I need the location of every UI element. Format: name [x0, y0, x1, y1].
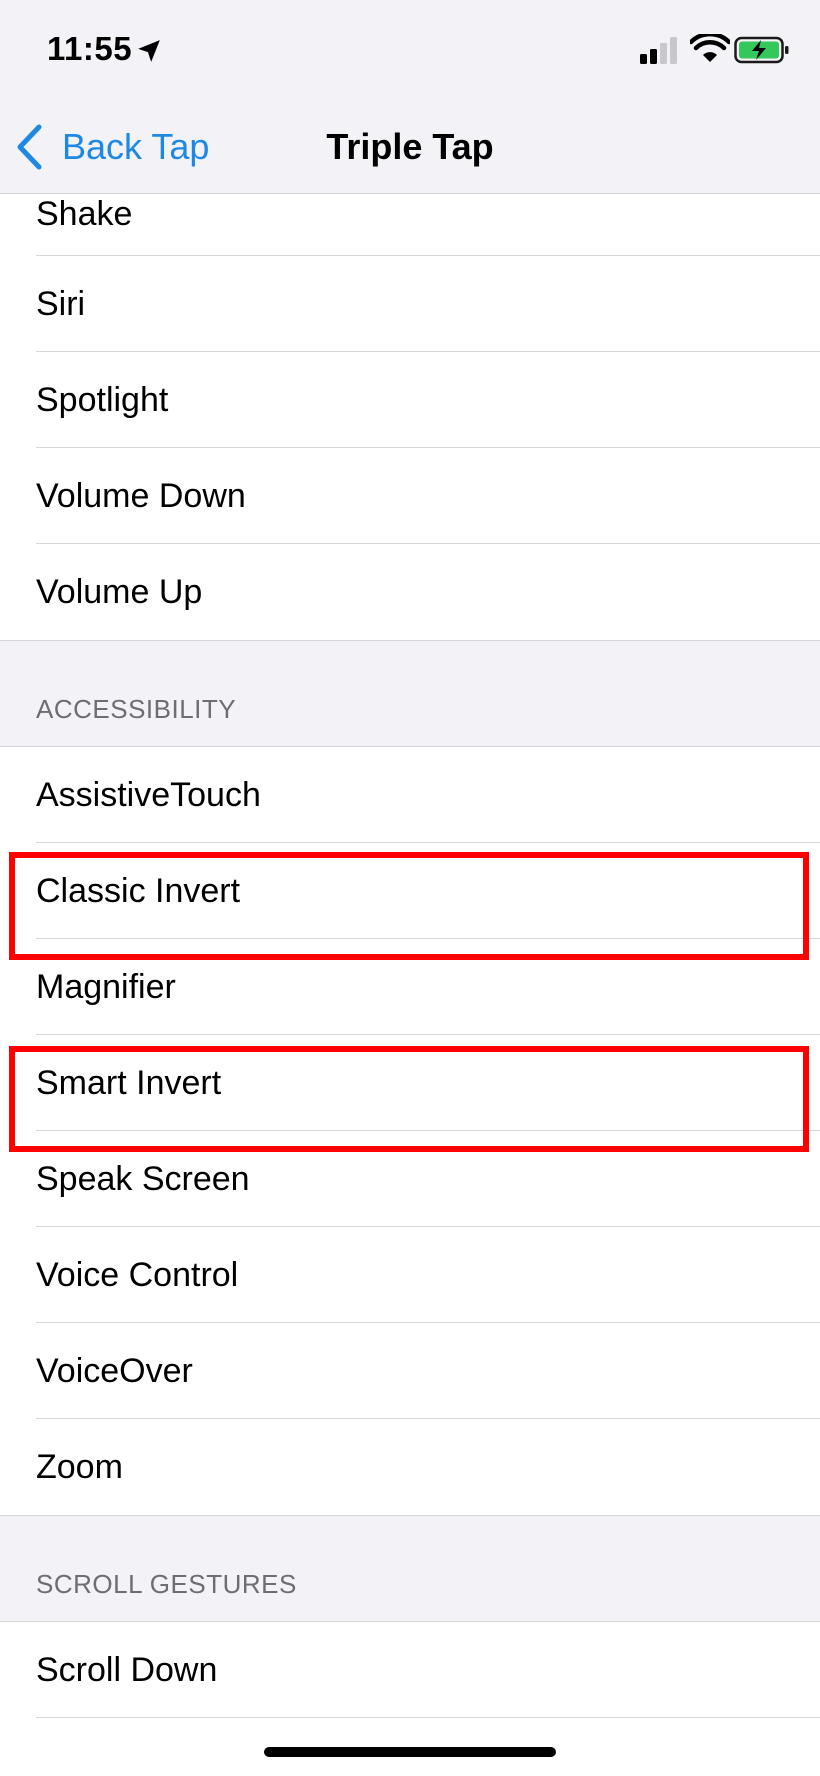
list-item-label: Volume Up	[36, 573, 203, 611]
list-item-label: Shake	[36, 195, 133, 233]
list-item-smart-invert[interactable]: Smart Invert	[0, 1035, 820, 1131]
list-item-spotlight[interactable]: Spotlight	[0, 352, 820, 448]
list-item-label: Magnifier	[36, 968, 176, 1006]
settings-list: Shake Siri Spotlight Volume Down Volume …	[0, 194, 820, 1718]
list-item-label: AssistiveTouch	[36, 776, 261, 814]
section-header-scroll-gestures: SCROLL GESTURES	[0, 1515, 820, 1622]
location-arrow-icon	[138, 40, 160, 62]
list-item-label: Zoom	[36, 1448, 123, 1486]
status-time: 11:55	[47, 30, 133, 67]
list-item-label: Voice Control	[36, 1256, 239, 1294]
list-item-zoom[interactable]: Zoom	[0, 1419, 820, 1515]
list-item-volume-up[interactable]: Volume Up	[0, 544, 820, 640]
list-item-shake[interactable]: Shake	[0, 194, 820, 256]
list-item-speak-screen[interactable]: Speak Screen	[0, 1131, 820, 1227]
list-item-label: VoiceOver	[36, 1352, 193, 1390]
list-item-voice-control[interactable]: Voice Control	[0, 1227, 820, 1323]
navigation-bar: Back Tap Triple Tap	[0, 100, 820, 194]
section-header-label: ACCESSIBILITY	[36, 694, 237, 724]
list-item-label: Siri	[36, 285, 86, 323]
page-title: Triple Tap	[326, 126, 494, 167]
list-item-classic-invert[interactable]: Classic Invert	[0, 843, 820, 939]
list-item-siri[interactable]: Siri	[0, 256, 820, 352]
status-bar: 11:55	[0, 0, 820, 100]
section-header-label: SCROLL GESTURES	[36, 1569, 297, 1599]
list-item-label: Classic Invert	[36, 872, 241, 910]
battery-charging-icon	[734, 36, 789, 64]
list-item-volume-down[interactable]: Volume Down	[0, 448, 820, 544]
list-item-label: Volume Down	[36, 477, 246, 515]
list-item-label: Speak Screen	[36, 1160, 250, 1198]
list-item-assistivetouch[interactable]: AssistiveTouch	[0, 747, 820, 843]
home-indicator[interactable]	[264, 1747, 556, 1757]
list-item-label: Spotlight	[36, 381, 169, 419]
list-item-magnifier[interactable]: Magnifier	[0, 939, 820, 1035]
wifi-icon	[690, 34, 730, 62]
cellular-signal-icon	[640, 37, 677, 64]
list-item-scroll-down[interactable]: Scroll Down	[0, 1622, 820, 1718]
section-header-accessibility: ACCESSIBILITY	[0, 640, 820, 747]
list-item-label: Scroll Down	[36, 1651, 218, 1689]
list-item-label: Smart Invert	[36, 1064, 222, 1102]
list-item-voiceover[interactable]: VoiceOver	[0, 1323, 820, 1419]
